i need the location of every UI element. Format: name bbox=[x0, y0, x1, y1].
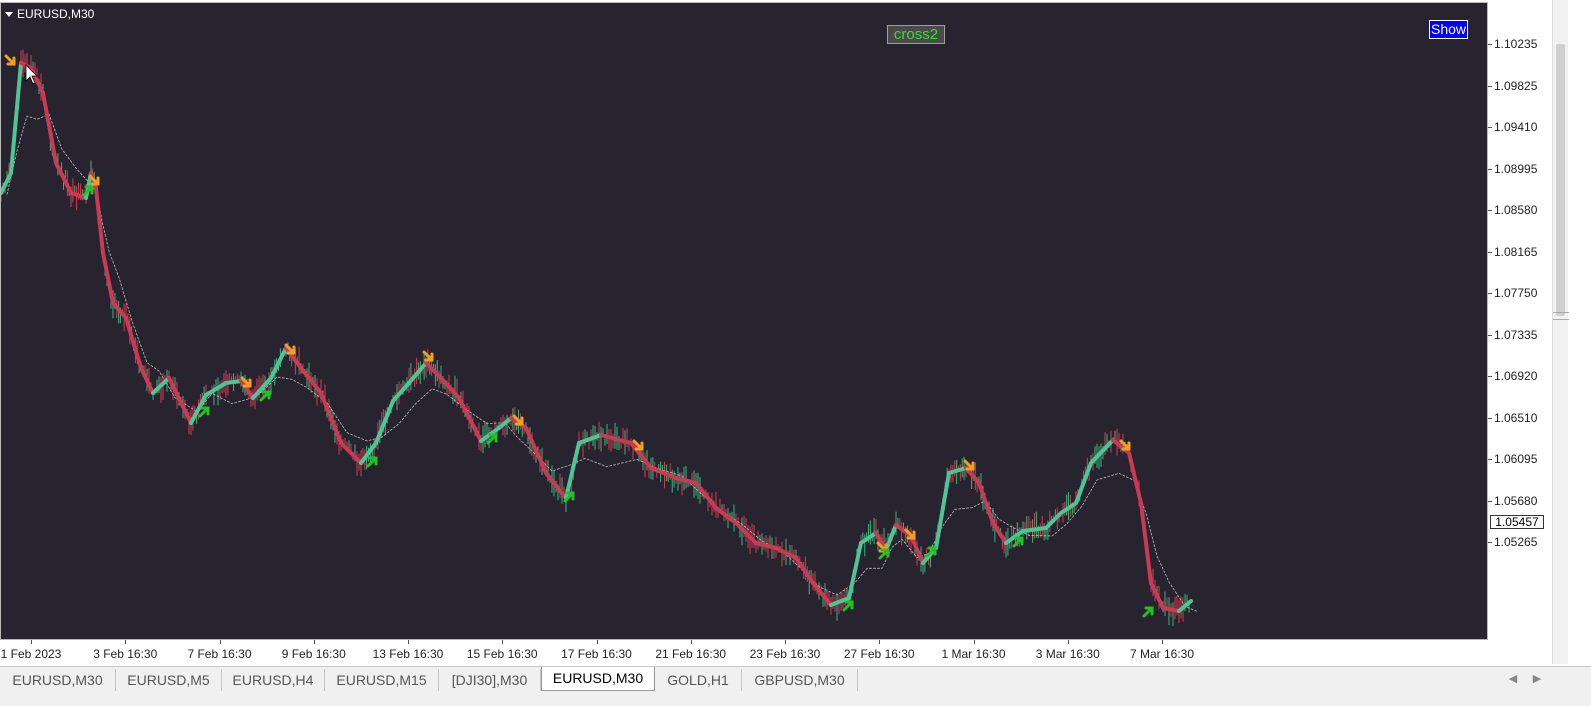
chart-tab[interactable]: EURUSD,M15 bbox=[325, 669, 439, 691]
price-tick bbox=[1488, 44, 1492, 45]
chart-tab-bar: ◀ ▶ EURUSD,M30 EURUSD,M5 EURUSD,H4 EURUSD,M… bbox=[0, 666, 1591, 706]
price-label: 1.07335 bbox=[1494, 327, 1538, 342]
price-chart-plot[interactable]: EURUSD,M30 cross2 Show bbox=[0, 2, 1488, 640]
price-tick bbox=[1488, 500, 1492, 502]
price-tick bbox=[1488, 417, 1492, 419]
price-tick bbox=[1488, 542, 1492, 543]
time-label: 21 Feb 16:30 bbox=[655, 647, 727, 661]
chart-tab[interactable]: EURUSD,M5 bbox=[116, 669, 222, 691]
chart-title[interactable]: EURUSD,M30 bbox=[5, 7, 94, 21]
price-tick bbox=[1488, 251, 1492, 253]
time-tick bbox=[1162, 640, 1163, 644]
time-label: 1 Feb 2023 bbox=[0, 647, 62, 661]
time-label: 7 Feb 16:30 bbox=[187, 647, 252, 661]
buy-arrow-icon bbox=[259, 390, 271, 402]
time-tick bbox=[785, 640, 786, 644]
buy-arrow-icon bbox=[366, 456, 378, 468]
price-label: 1.05265 bbox=[1494, 535, 1538, 549]
price-label: 1.06095 bbox=[1494, 452, 1538, 466]
show-button[interactable]: Show bbox=[1429, 20, 1468, 39]
time-label: 3 Mar 16:30 bbox=[1035, 647, 1100, 661]
chart-symbol-label: EURUSD,M30 bbox=[17, 7, 95, 21]
time-label: 13 Feb 16:30 bbox=[372, 647, 444, 661]
price-tick bbox=[1488, 127, 1492, 128]
chart-tab[interactable]: EURUSD,M30 bbox=[0, 669, 116, 691]
price-label: 1.05680 bbox=[1494, 493, 1538, 508]
time-tick bbox=[31, 640, 32, 644]
time-tick bbox=[220, 640, 221, 644]
buy-arrow-icon bbox=[1142, 606, 1154, 618]
price-axis[interactable]: 1.10235 1.09825 1.09410 1.08995 1.08580 1.081… bbox=[1488, 0, 1552, 640]
time-label: 1 Mar 16:30 bbox=[941, 647, 1006, 661]
scrollbar-grip[interactable] bbox=[1553, 312, 1569, 320]
chart-tab[interactable]: GBPUSD,M30 bbox=[742, 669, 858, 691]
time-tick bbox=[1068, 640, 1069, 644]
time-tick bbox=[408, 640, 409, 644]
time-tick bbox=[597, 640, 598, 644]
chart-window[interactable]: EURUSD,M30 cross2 Show 1.10235 1.09825 1.0… bbox=[0, 0, 1569, 664]
price-label: 1.08995 bbox=[1494, 161, 1538, 176]
time-tick bbox=[974, 640, 975, 644]
tab-left-arrow-icon[interactable]: ◀ bbox=[1506, 672, 1520, 686]
price-label: 1.06510 bbox=[1494, 410, 1538, 425]
price-tick bbox=[1488, 459, 1492, 460]
price-label: 1.09825 bbox=[1494, 78, 1538, 93]
time-label: 3 Feb 16:30 bbox=[93, 647, 158, 661]
time-label: 17 Feb 16:30 bbox=[561, 647, 632, 661]
buy-arrow-icon bbox=[198, 406, 210, 418]
time-tick bbox=[691, 640, 692, 644]
price-tick bbox=[1488, 210, 1492, 211]
price-tick bbox=[1488, 376, 1492, 377]
chart-tab[interactable]: EURUSD,M30 bbox=[541, 667, 655, 691]
time-tick bbox=[125, 640, 126, 644]
time-label: 7 Mar 16:30 bbox=[1129, 647, 1195, 661]
price-label: 1.06920 bbox=[1494, 369, 1538, 383]
scrollbar-thumb[interactable] bbox=[1556, 44, 1565, 316]
price-label: 1.07750 bbox=[1494, 286, 1538, 300]
price-tick bbox=[1488, 293, 1492, 294]
price-chart-canvas[interactable] bbox=[1, 3, 1488, 640]
chart-tab[interactable]: EURUSD,H4 bbox=[222, 669, 325, 691]
cross2-indicator-button[interactable]: cross2 bbox=[887, 25, 945, 44]
time-tick bbox=[879, 640, 880, 644]
price-tick bbox=[1488, 168, 1492, 170]
time-axis[interactable]: 1 Feb 2023 3 Feb 16:30 7 Feb 16:30 9 Feb 16… bbox=[0, 640, 1488, 664]
triangle-down-icon[interactable] bbox=[5, 11, 13, 17]
current-price-label: 1.05457 bbox=[1490, 514, 1544, 529]
price-label: 1.10235 bbox=[1494, 37, 1538, 51]
sell-arrow-icon bbox=[4, 54, 16, 66]
price-label: 1.08165 bbox=[1494, 244, 1538, 259]
vertical-scrollbar[interactable] bbox=[1552, 0, 1569, 664]
time-label: 9 Feb 16:30 bbox=[281, 647, 346, 661]
price-tick bbox=[1488, 334, 1492, 336]
chart-tab[interactable]: [DJI30],M30 bbox=[439, 669, 541, 691]
price-label: 1.08580 bbox=[1494, 203, 1538, 217]
price-tick bbox=[1488, 85, 1492, 87]
time-label: 15 Feb 16:30 bbox=[466, 647, 538, 661]
chart-tab[interactable]: GOLD,H1 bbox=[655, 669, 742, 691]
tab-right-arrow-icon[interactable]: ▶ bbox=[1530, 672, 1544, 686]
price-label: 1.09410 bbox=[1494, 120, 1538, 134]
time-label: 27 Feb 16:30 bbox=[843, 647, 915, 661]
buy-arrow-icon bbox=[878, 548, 890, 560]
fast-ma-line bbox=[1, 61, 1193, 613]
time-tick bbox=[314, 640, 315, 644]
time-tick bbox=[502, 640, 503, 644]
time-label: 23 Feb 16:30 bbox=[749, 647, 821, 661]
